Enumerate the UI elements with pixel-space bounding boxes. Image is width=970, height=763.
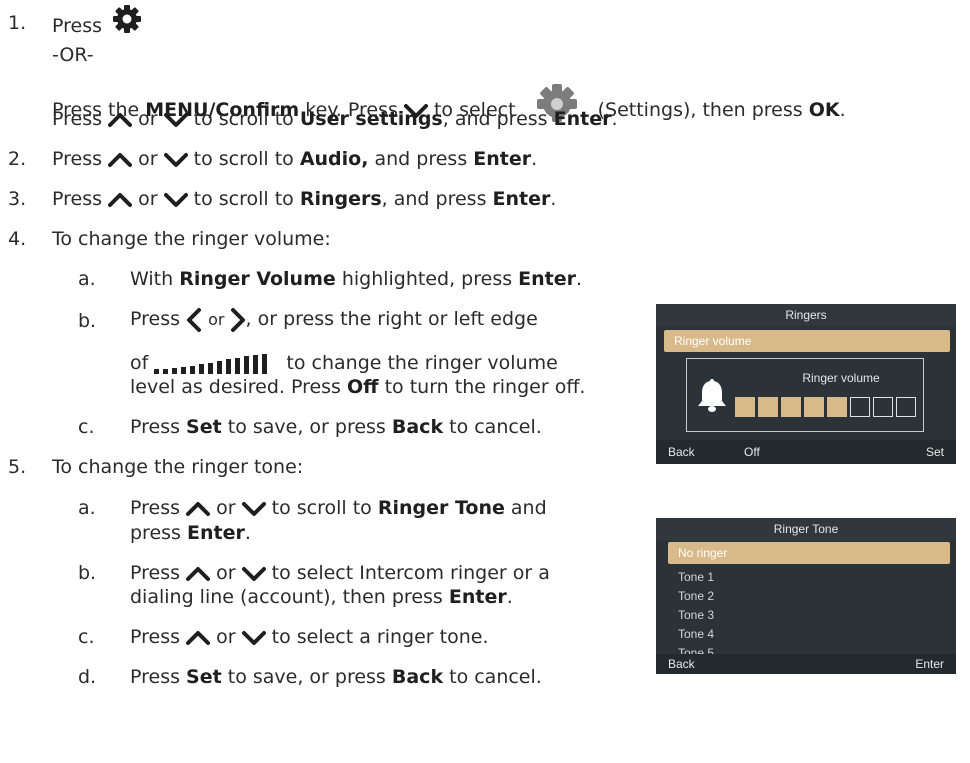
step-5a-line-2: press Enter. xyxy=(130,522,251,544)
step-5c: Press or to select a ringer tone. xyxy=(130,626,489,648)
back-softkey[interactable]: Back xyxy=(668,654,695,674)
substep-letter: b. xyxy=(78,562,97,584)
substep-letter: c. xyxy=(78,416,95,438)
screen-footer: Back Off Set xyxy=(656,440,956,464)
chevron-up-icon xyxy=(108,112,133,128)
back-key: Back xyxy=(391,416,444,438)
enter-key: Enter xyxy=(492,188,551,210)
chevron-up-icon xyxy=(186,501,211,517)
chevron-down-icon xyxy=(163,152,188,168)
tone-item[interactable]: Tone 4 xyxy=(678,625,714,643)
screen-footer: Back Enter xyxy=(656,654,956,674)
screen-title: Ringers xyxy=(656,304,956,326)
or-separator: -OR- xyxy=(52,44,94,66)
chevron-up-icon xyxy=(186,566,211,582)
chevron-left-icon xyxy=(186,307,202,332)
substep-letter: c. xyxy=(78,626,95,648)
step-number: 3. xyxy=(8,188,27,210)
enter-softkey[interactable]: Enter xyxy=(915,654,944,674)
set-softkey[interactable]: Set xyxy=(926,440,944,464)
ringer-volume-item: Ringer Volume xyxy=(179,268,336,290)
back-key: Back xyxy=(391,666,444,688)
volume-segment[interactable] xyxy=(804,397,824,417)
step-2: Press or to scroll to Audio, and press E… xyxy=(52,148,538,170)
enter-key: Enter xyxy=(473,148,532,170)
step-3: Press or to scroll to Ringers, and press… xyxy=(52,188,557,210)
enter-key: Enter xyxy=(448,586,507,608)
bell-icon xyxy=(697,377,727,416)
ringers-screen: Ringers Ringer volume Ringer volume Back… xyxy=(656,304,956,464)
volume-level-bar[interactable] xyxy=(735,397,925,419)
step-5b-line-1: Press or to select Intercom ringer or a xyxy=(130,562,550,584)
ringer-tone-item: Ringer Tone xyxy=(377,497,505,519)
step-4b-line-1: Press or , or press the right or left ed… xyxy=(130,307,538,332)
chevron-down-icon xyxy=(241,501,266,517)
audio-menu: Audio, xyxy=(299,148,369,170)
substep-letter: b. xyxy=(78,310,97,332)
user-settings-menu: User settings xyxy=(299,108,443,130)
volume-bars-icon xyxy=(154,353,280,375)
volume-segment[interactable] xyxy=(873,397,893,417)
chevron-down-icon xyxy=(163,192,188,208)
step-5d: Press Set to save, or press Back to canc… xyxy=(130,666,542,688)
volume-segment[interactable] xyxy=(758,397,778,417)
substep-letter: d. xyxy=(78,666,97,688)
chevron-down-icon xyxy=(241,566,266,582)
step-number: 1. xyxy=(8,12,27,34)
step-4b-line-2: of to change the ringer volume xyxy=(130,352,558,375)
chevron-down-icon xyxy=(163,112,188,128)
enter-key: Enter xyxy=(518,268,577,290)
step-4b-line-3: level as desired. Press Off to turn the … xyxy=(130,376,586,398)
step-1-line-4: Press or to scroll to User settings, and… xyxy=(52,108,618,130)
back-softkey[interactable]: Back xyxy=(668,440,695,464)
step-4a: With Ringer Volume highlighted, press En… xyxy=(130,268,583,290)
volume-label: Ringer volume xyxy=(802,371,880,385)
gear-icon xyxy=(112,4,142,34)
enter-key: Enter xyxy=(553,108,612,130)
ringer-tone-screen: Ringer Tone No ringer Tone 1 Tone 2 Tone… xyxy=(656,518,956,674)
chevron-up-icon xyxy=(108,192,133,208)
step-number: 5. xyxy=(8,456,27,478)
ringers-menu: Ringers xyxy=(299,188,382,210)
set-key: Set xyxy=(186,666,222,688)
ringer-volume-menu-item[interactable]: Ringer volume xyxy=(664,330,950,352)
step-5: To change the ringer tone: xyxy=(52,456,304,478)
tone-item[interactable]: Tone 3 xyxy=(678,606,714,624)
ringer-volume-panel: Ringer volume xyxy=(686,358,924,432)
step-4c: Press Set to save, or press Back to canc… xyxy=(130,416,542,438)
step-5b-line-2: dialing line (account), then press Enter… xyxy=(130,586,513,608)
chevron-up-icon xyxy=(186,630,211,646)
substep-letter: a. xyxy=(78,268,96,290)
off-softkey[interactable]: Off xyxy=(744,440,760,464)
no-ringer-item[interactable]: No ringer xyxy=(668,542,950,564)
step-5a-line-1: Press or to scroll to Ringer Tone and xyxy=(130,497,547,519)
step-number: 2. xyxy=(8,148,27,170)
step-4: To change the ringer volume: xyxy=(52,228,331,250)
screen-title: Ringer Tone xyxy=(656,518,956,540)
volume-segment[interactable] xyxy=(827,397,847,417)
ok-key: OK xyxy=(808,99,840,121)
volume-segment[interactable] xyxy=(735,397,755,417)
tone-item[interactable]: Tone 1 xyxy=(678,568,714,586)
off-key: Off xyxy=(347,376,379,398)
volume-segment[interactable] xyxy=(896,397,916,417)
volume-segment[interactable] xyxy=(850,397,870,417)
chevron-up-icon xyxy=(108,152,133,168)
volume-segment[interactable] xyxy=(781,397,801,417)
enter-key: Enter xyxy=(186,522,245,544)
chevron-down-icon xyxy=(241,630,266,646)
set-key: Set xyxy=(186,416,222,438)
tone-item[interactable]: Tone 2 xyxy=(678,587,714,605)
substep-letter: a. xyxy=(78,497,96,519)
step-1-line-1: Press xyxy=(52,4,142,39)
text: Press xyxy=(52,15,103,37)
chevron-right-icon xyxy=(230,307,246,332)
step-number: 4. xyxy=(8,228,27,250)
